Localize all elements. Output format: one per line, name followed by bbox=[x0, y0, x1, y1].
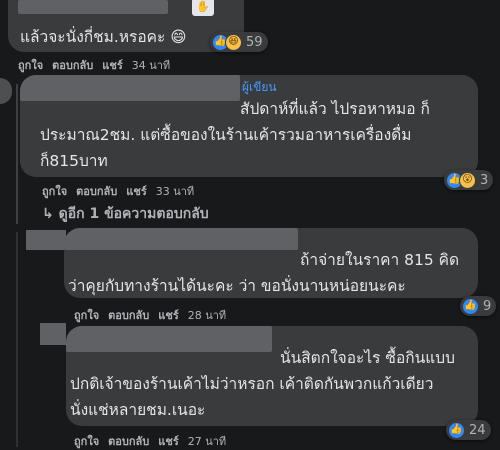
reply-link[interactable]: ตอบกลับ bbox=[108, 432, 149, 450]
share-link[interactable]: แชร์ bbox=[158, 432, 178, 450]
author-badge: ผู้เขียน bbox=[242, 80, 277, 94]
comment-actions: ถูกใจ ตอบกลับ แชร์ 28 นาที bbox=[74, 306, 235, 324]
timestamp[interactable]: 34 นาที bbox=[132, 56, 170, 74]
comment-text: ปกติเจ้าของร้านเค้าไม่ว่าหรอก เค้าติดกัน… bbox=[70, 375, 434, 393]
commenter-name-redacted bbox=[66, 326, 272, 352]
comment-actions: ถูกใจ ตอบกลับ แชร์ 27 นาที bbox=[74, 432, 235, 450]
comment-actions: ถูกใจ ตอบกลับ แชร์ 33 นาที bbox=[42, 182, 203, 200]
reaction-summary[interactable]: 👍 9 bbox=[460, 296, 497, 316]
laugh-reaction-icon: 😆 bbox=[225, 33, 242, 51]
comment-bubble: นั่นสิตกใจอะไร ซื้อกินแบบ ปกติเจ้าของร้า… bbox=[66, 326, 478, 426]
commenter-name-redacted bbox=[18, 0, 168, 14]
reaction-count: 24 bbox=[469, 422, 486, 438]
comment-actions: ถูกใจ ตอบกลับ แชร์ 34 นาที bbox=[18, 56, 179, 74]
avatar[interactable] bbox=[0, 78, 12, 104]
share-link[interactable]: แชร์ bbox=[126, 182, 146, 200]
comment-bubble: ✋ แล้วจะนั่งกี่ชม.หรอคะ 😄 bbox=[8, 0, 244, 52]
comment-text: แล้วจะนั่งกี่ชม.หรอคะ 😄 bbox=[20, 28, 187, 46]
like-reaction-icon: 👍 bbox=[462, 297, 479, 315]
comment-text: ถ้าจ่ายในราคา 815 คิด bbox=[300, 251, 460, 269]
timestamp[interactable]: 33 นาที bbox=[156, 182, 194, 200]
like-link[interactable]: ถูกใจ bbox=[74, 432, 99, 450]
comment-text: นั่งแช่หลายชม.เนอะ bbox=[70, 401, 206, 419]
comment-text: สัปดาห์ที่แล้ว ไปรอหาหมอ ก็ bbox=[240, 100, 430, 118]
like-link[interactable]: ถูกใจ bbox=[74, 306, 99, 324]
reaction-count: 9 bbox=[483, 298, 492, 314]
commenter-name-redacted bbox=[64, 228, 298, 250]
view-more-replies-link[interactable]: ↳ ดูอีก 1 ข้อความตอบกลับ bbox=[42, 203, 209, 225]
comment-text: นั่นสิตกใจอะไร ซื้อกินแบบ bbox=[280, 349, 455, 367]
avatar[interactable] bbox=[40, 323, 66, 345]
reaction-summary[interactable]: 👍 😆 59 bbox=[210, 32, 268, 52]
comment-text: ว่าคุยกับทางร้านได้นะคะ ว่า ขอนั่งนานหน่… bbox=[68, 277, 406, 295]
comment-text: ก็815บาท bbox=[40, 152, 108, 170]
comment-bubble: ผู้เขียน สัปดาห์ที่แล้ว ไปรอหาหมอ ก็ ประ… bbox=[20, 75, 478, 177]
comment-text: ประมาณ2ชม. แต่ซื้อของในร้านเค้ารวมอาหารเ… bbox=[40, 126, 412, 144]
like-link[interactable]: ถูกใจ bbox=[42, 182, 67, 200]
thread-line bbox=[16, 84, 18, 224]
commenter-name-redacted bbox=[20, 75, 240, 101]
comment-bubble: ถ้าจ่ายในราคา 815 คิด ว่าคุยกับทางร้านได… bbox=[64, 228, 478, 298]
timestamp[interactable]: 28 นาที bbox=[188, 306, 226, 324]
like-link[interactable]: ถูกใจ bbox=[18, 56, 43, 74]
reaction-summary[interactable]: 👍 😮 3 bbox=[444, 170, 494, 190]
reaction-count: 3 bbox=[480, 172, 489, 188]
sticker-icon: ✋ bbox=[192, 0, 214, 16]
reply-link[interactable]: ตอบกลับ bbox=[52, 56, 93, 74]
reaction-summary[interactable]: 👍 24 bbox=[446, 420, 491, 440]
share-link[interactable]: แชร์ bbox=[158, 306, 178, 324]
reply-link[interactable]: ตอบกลับ bbox=[108, 306, 149, 324]
thread-line bbox=[16, 232, 18, 447]
share-link[interactable]: แชร์ bbox=[102, 56, 122, 74]
like-reaction-icon: 👍 bbox=[448, 421, 465, 439]
timestamp[interactable]: 27 นาที bbox=[188, 432, 226, 450]
reaction-count: 59 bbox=[246, 34, 263, 50]
reply-link[interactable]: ตอบกลับ bbox=[76, 182, 117, 200]
wow-reaction-icon: 😮 bbox=[459, 171, 476, 189]
avatar[interactable] bbox=[26, 230, 66, 250]
